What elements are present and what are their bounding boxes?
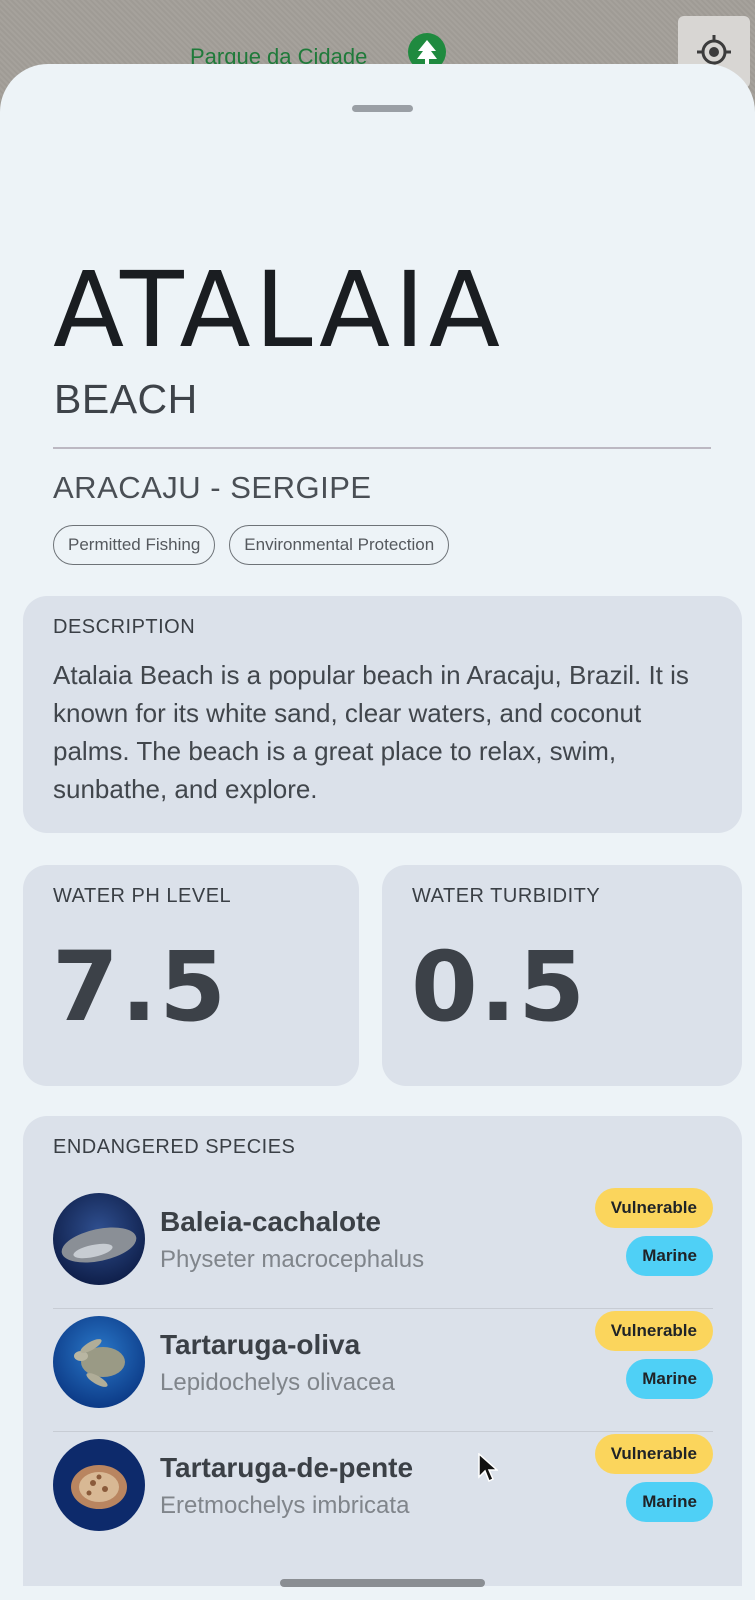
species-scientific-name: Physeter macrocephalus (160, 1246, 425, 1273)
turbidity-card: WATER TURBIDITY 0.5 (382, 865, 742, 1086)
divider (53, 447, 711, 449)
tag-chip-environmental-protection[interactable]: Environmental Protection (229, 525, 450, 565)
ph-level-label: WATER PH LEVEL (53, 885, 232, 907)
endangered-species-card: ENDANGERED SPECIES Baleia-cachalote Phys… (23, 1116, 742, 1586)
species-list: Baleia-cachalote Physeter macrocephalus … (53, 1186, 713, 1555)
sperm-whale-photo (53, 1193, 145, 1285)
ph-level-card: WATER PH LEVEL 7.5 (23, 865, 359, 1086)
species-common-name: Baleia-cachalote (160, 1206, 381, 1237)
sheet-drag-handle[interactable] (352, 105, 413, 112)
beach-name: ATALAIA (53, 249, 504, 371)
habitat-badge: Marine (626, 1359, 713, 1399)
system-nav-handle[interactable] (280, 1579, 485, 1587)
hawksbill-turtle-photo (53, 1439, 145, 1531)
description-card: DESCRIPTION Atalaia Beach is a popular b… (23, 596, 742, 833)
beach-details-sheet[interactable]: ATALAIA BEACH ARACAJU - SERGIPE Permitte… (0, 64, 755, 1600)
species-scientific-name: Eretmochelys imbricata (160, 1492, 410, 1519)
habitat-badge: Marine (626, 1236, 713, 1276)
habitat-badge: Marine (626, 1482, 713, 1522)
status-badge: Vulnerable (594, 1434, 713, 1474)
olive-ridley-turtle-photo (53, 1316, 145, 1408)
status-badge: Vulnerable (594, 1188, 713, 1228)
turbidity-label: WATER TURBIDITY (412, 885, 601, 907)
beach-location: ARACAJU - SERGIPE (53, 470, 372, 505)
mouse-cursor-icon (478, 1452, 499, 1488)
description-text: Atalaia Beach is a popular beach in Arac… (53, 660, 689, 804)
tag-chip-permitted-fishing[interactable]: Permitted Fishing (53, 525, 216, 565)
tag-chips: Permitted Fishing Environmental Protecti… (53, 525, 450, 565)
turbidity-value: 0.5 (411, 931, 588, 1043)
species-scientific-name: Lepidochelys olivacea (160, 1369, 395, 1396)
endangered-species-label: ENDANGERED SPECIES (53, 1136, 296, 1158)
status-badge: Vulnerable (594, 1311, 713, 1351)
description-label: DESCRIPTION (53, 616, 196, 638)
beach-type: BEACH (54, 376, 198, 422)
ph-level-value: 7.5 (52, 931, 229, 1043)
species-common-name: Tartaruga-de-pente (160, 1452, 414, 1483)
species-row[interactable]: Baleia-cachalote Physeter macrocephalus … (53, 1186, 713, 1309)
species-row[interactable]: Tartaruga-oliva Lepidochelys olivacea Vu… (53, 1309, 713, 1432)
species-row[interactable]: Tartaruga-de-pente Eretmochelys imbricat… (53, 1432, 713, 1555)
species-common-name: Tartaruga-oliva (160, 1329, 361, 1360)
